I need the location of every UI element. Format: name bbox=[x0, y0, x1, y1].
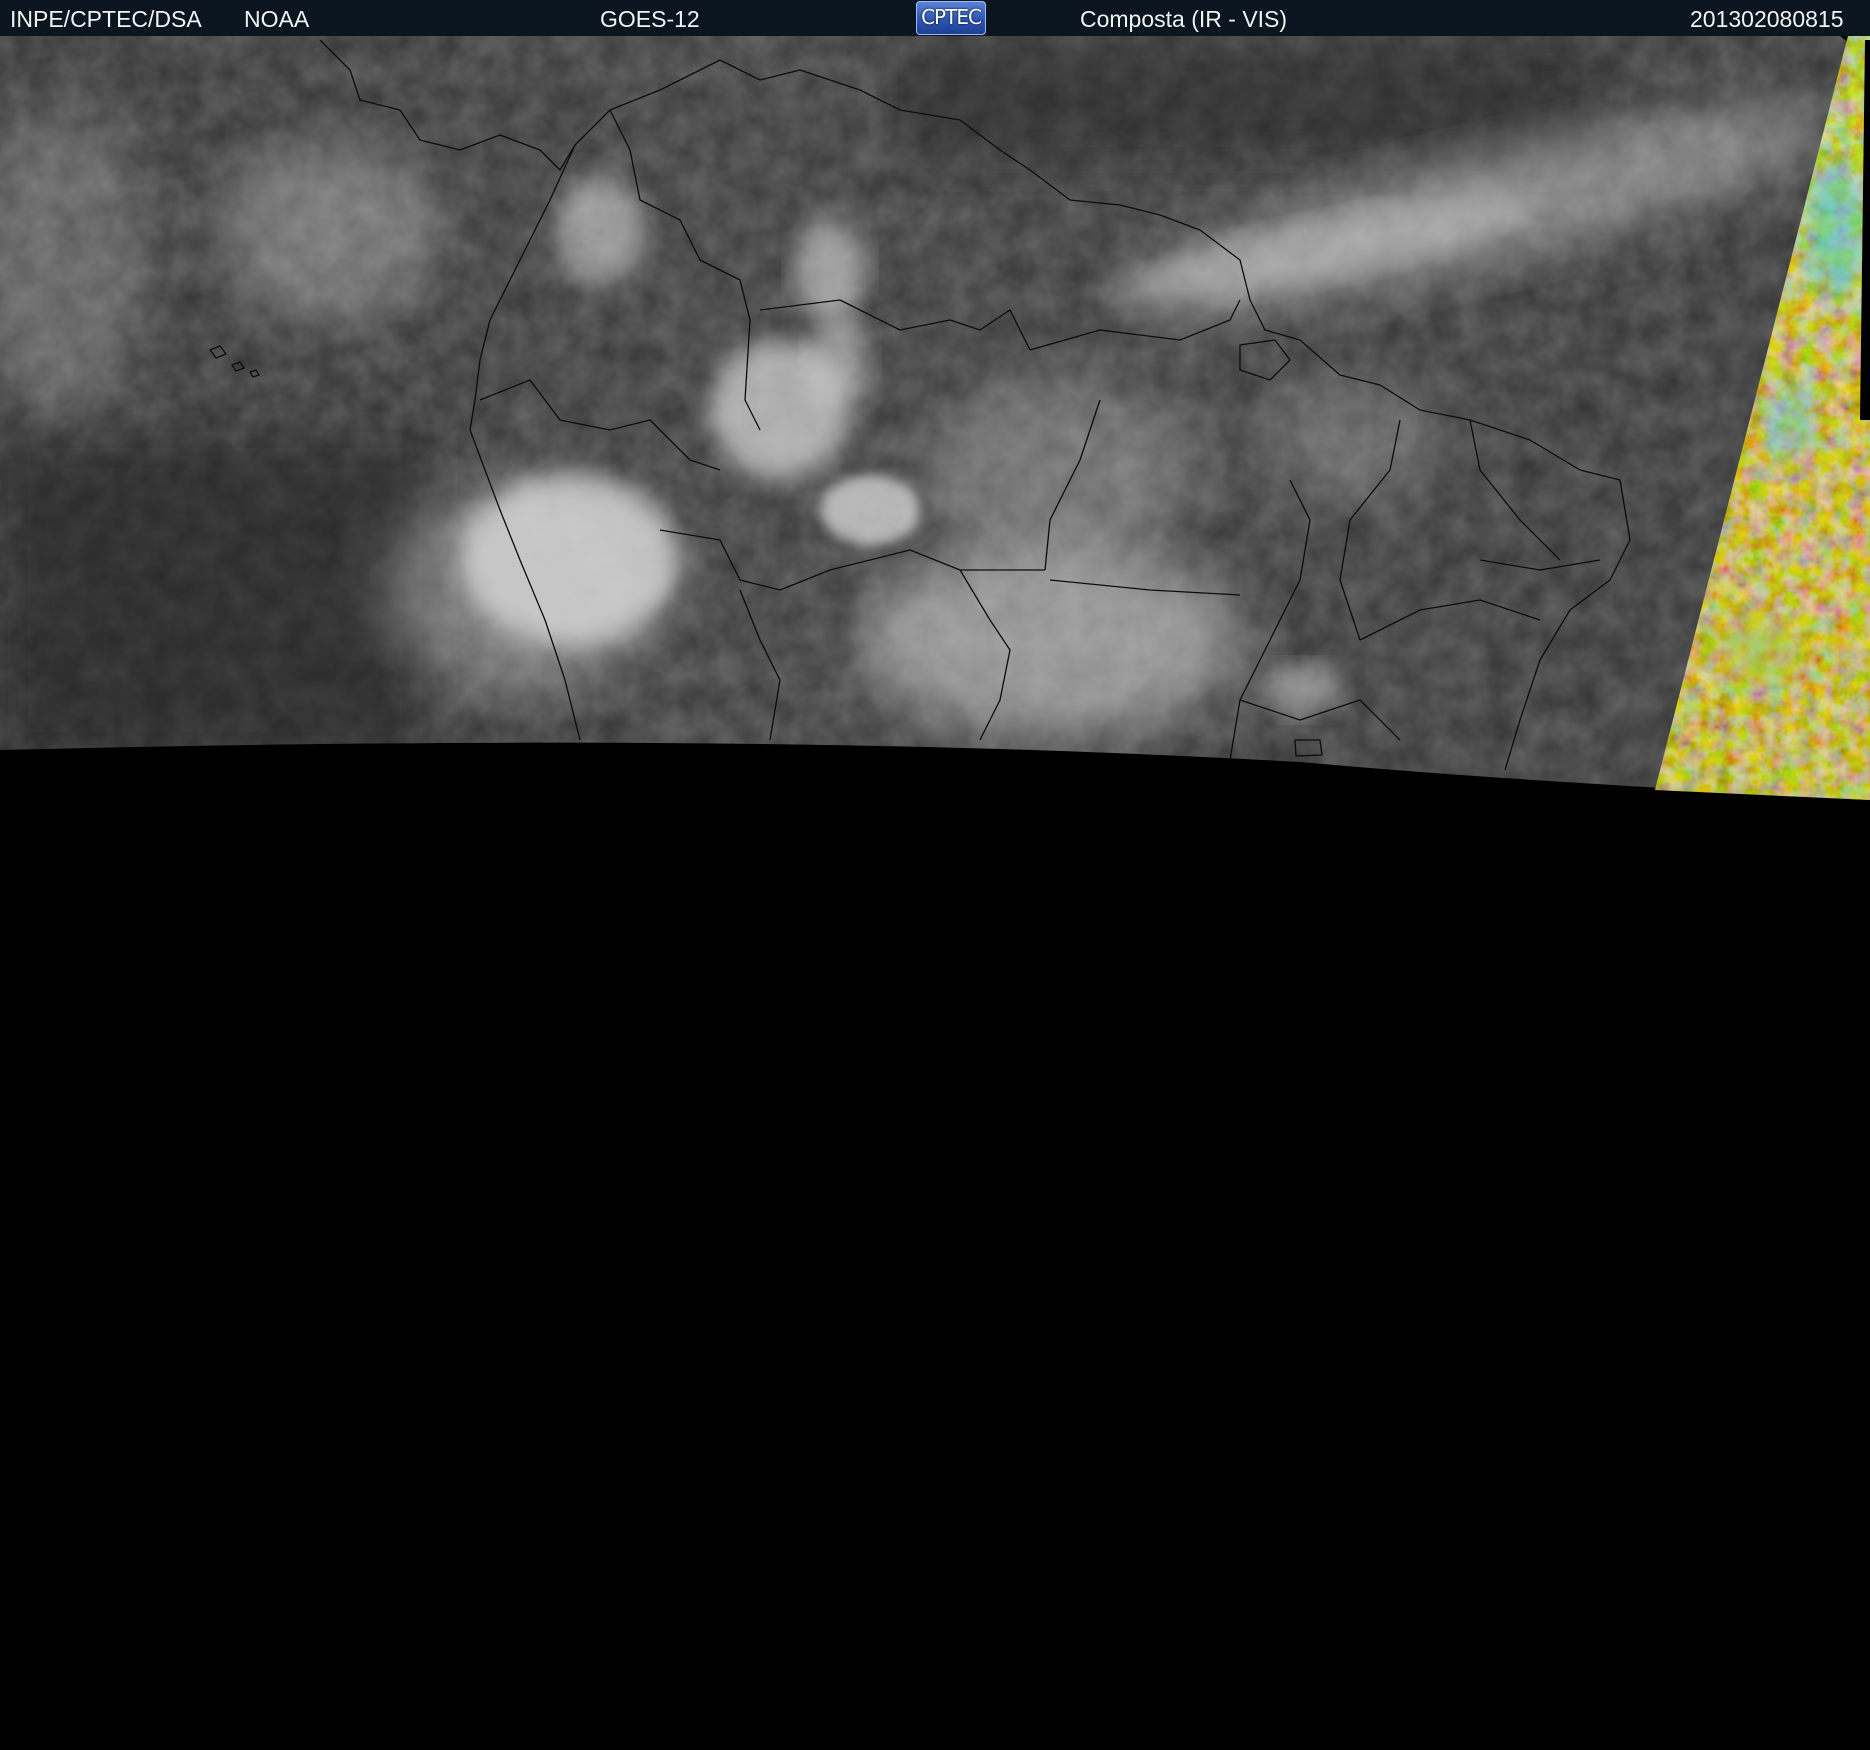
cloud-field-mato-grosso bbox=[860, 545, 1240, 735]
cloud-field-para bbox=[920, 380, 1200, 560]
cloud-scatter-northeast bbox=[1260, 380, 1440, 500]
cloud-cell-goias bbox=[1260, 665, 1340, 715]
satellite-composite-image bbox=[0, 36, 1870, 1750]
logo-text: CPTEC bbox=[921, 5, 982, 29]
cloud-cell-colombia bbox=[555, 175, 645, 285]
timestamp-label: 201302080815 bbox=[1690, 6, 1844, 32]
cptec-logo-icon: CPTEC bbox=[916, 1, 986, 35]
ocean-dark-patch-west bbox=[0, 440, 430, 760]
provider-label: NOAA bbox=[244, 6, 310, 32]
cloud-cell-venezuela bbox=[795, 220, 865, 320]
satellite-label: GOES-12 bbox=[600, 6, 700, 32]
visible-cyan-cloud-mid bbox=[1765, 380, 1815, 460]
product-label: Composta (IR - VIS) bbox=[1080, 6, 1288, 32]
visible-green-patch bbox=[1720, 615, 1800, 685]
ocean-dark-patch-north bbox=[900, 40, 1600, 160]
infrared-region bbox=[0, 36, 1870, 800]
cloud-cluster-pacific bbox=[220, 140, 440, 320]
agency-label: INPE/CPTEC/DSA bbox=[10, 6, 202, 32]
cloud-cell-central bbox=[820, 475, 920, 545]
cloud-outflow-peru bbox=[380, 480, 660, 700]
cloud-cluster-amazonas bbox=[710, 340, 850, 480]
image-header-bar: INPE/CPTEC/DSA NOAA GOES-12 CPTEC Compos… bbox=[0, 0, 1870, 36]
visible-cyan-cloud-north bbox=[1805, 160, 1865, 300]
